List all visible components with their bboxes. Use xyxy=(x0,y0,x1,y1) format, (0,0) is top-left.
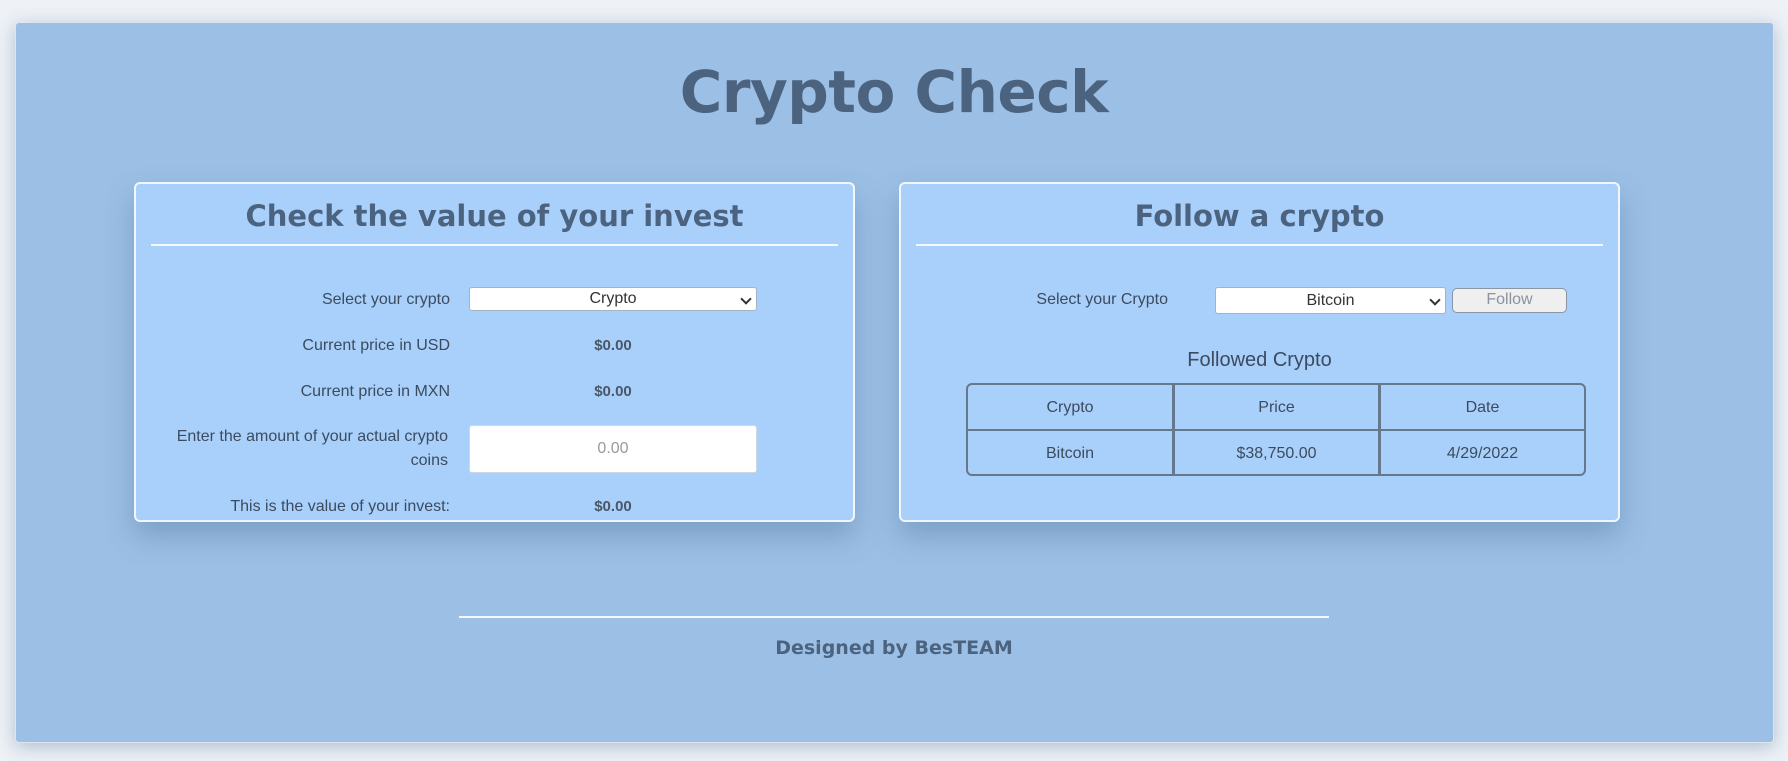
chevron-down-icon xyxy=(1429,294,1441,306)
table-header-crypto: Crypto xyxy=(1046,399,1094,416)
follow-card-title: Follow a crypto xyxy=(1134,199,1385,233)
amount-input[interactable]: 0.00 xyxy=(469,425,757,473)
usd-price-label: Current price in USD xyxy=(302,337,450,354)
mxn-price-value: $0.00 xyxy=(594,383,632,400)
table-cell-crypto: Bitcoin xyxy=(1045,445,1095,462)
follow-select-value: Bitcoin xyxy=(1306,292,1355,309)
crypto-select[interactable]: Crypto xyxy=(469,287,757,311)
followed-crypto-table: Crypto Price Date Bitcoin $38,750.00 4/2… xyxy=(966,383,1586,476)
table-cell-price: $38,750.00 xyxy=(1236,445,1317,462)
invest-card-title: Check the value of your invest xyxy=(245,199,744,233)
follow-button[interactable]: Follow xyxy=(1452,288,1567,313)
amount-label-line1: Enter the amount of your actual crypto xyxy=(176,428,448,445)
invest-result-label: This is the value of your invest: xyxy=(230,498,450,515)
table-header-price: Price xyxy=(1258,399,1295,416)
invest-card-divider xyxy=(151,244,838,246)
footer-credit: Designed by BesTEAM xyxy=(775,637,1013,659)
crypto-select-value: Crypto xyxy=(589,290,637,307)
page-title: Crypto Check xyxy=(679,58,1109,126)
footer-divider xyxy=(459,616,1329,618)
follow-crypto-select[interactable]: Bitcoin xyxy=(1215,287,1446,314)
amount-label: Enter the amount of your actual crypto c… xyxy=(150,425,448,473)
select-crypto-label: Select your crypto xyxy=(321,291,450,308)
followed-table-title: Followed Crypto xyxy=(1187,349,1332,371)
table-header-date: Date xyxy=(1465,399,1500,416)
follow-select-label: Select your Crypto xyxy=(1036,291,1168,308)
mxn-price-label: Current price in MXN xyxy=(300,383,450,400)
follow-card-divider xyxy=(916,244,1603,246)
invest-result-value: $0.00 xyxy=(594,498,632,515)
usd-price-value: $0.00 xyxy=(594,337,632,354)
chevron-down-icon xyxy=(740,293,752,305)
amount-label-line2: coins xyxy=(410,452,448,469)
table-cell-date: 4/29/2022 xyxy=(1446,445,1519,462)
